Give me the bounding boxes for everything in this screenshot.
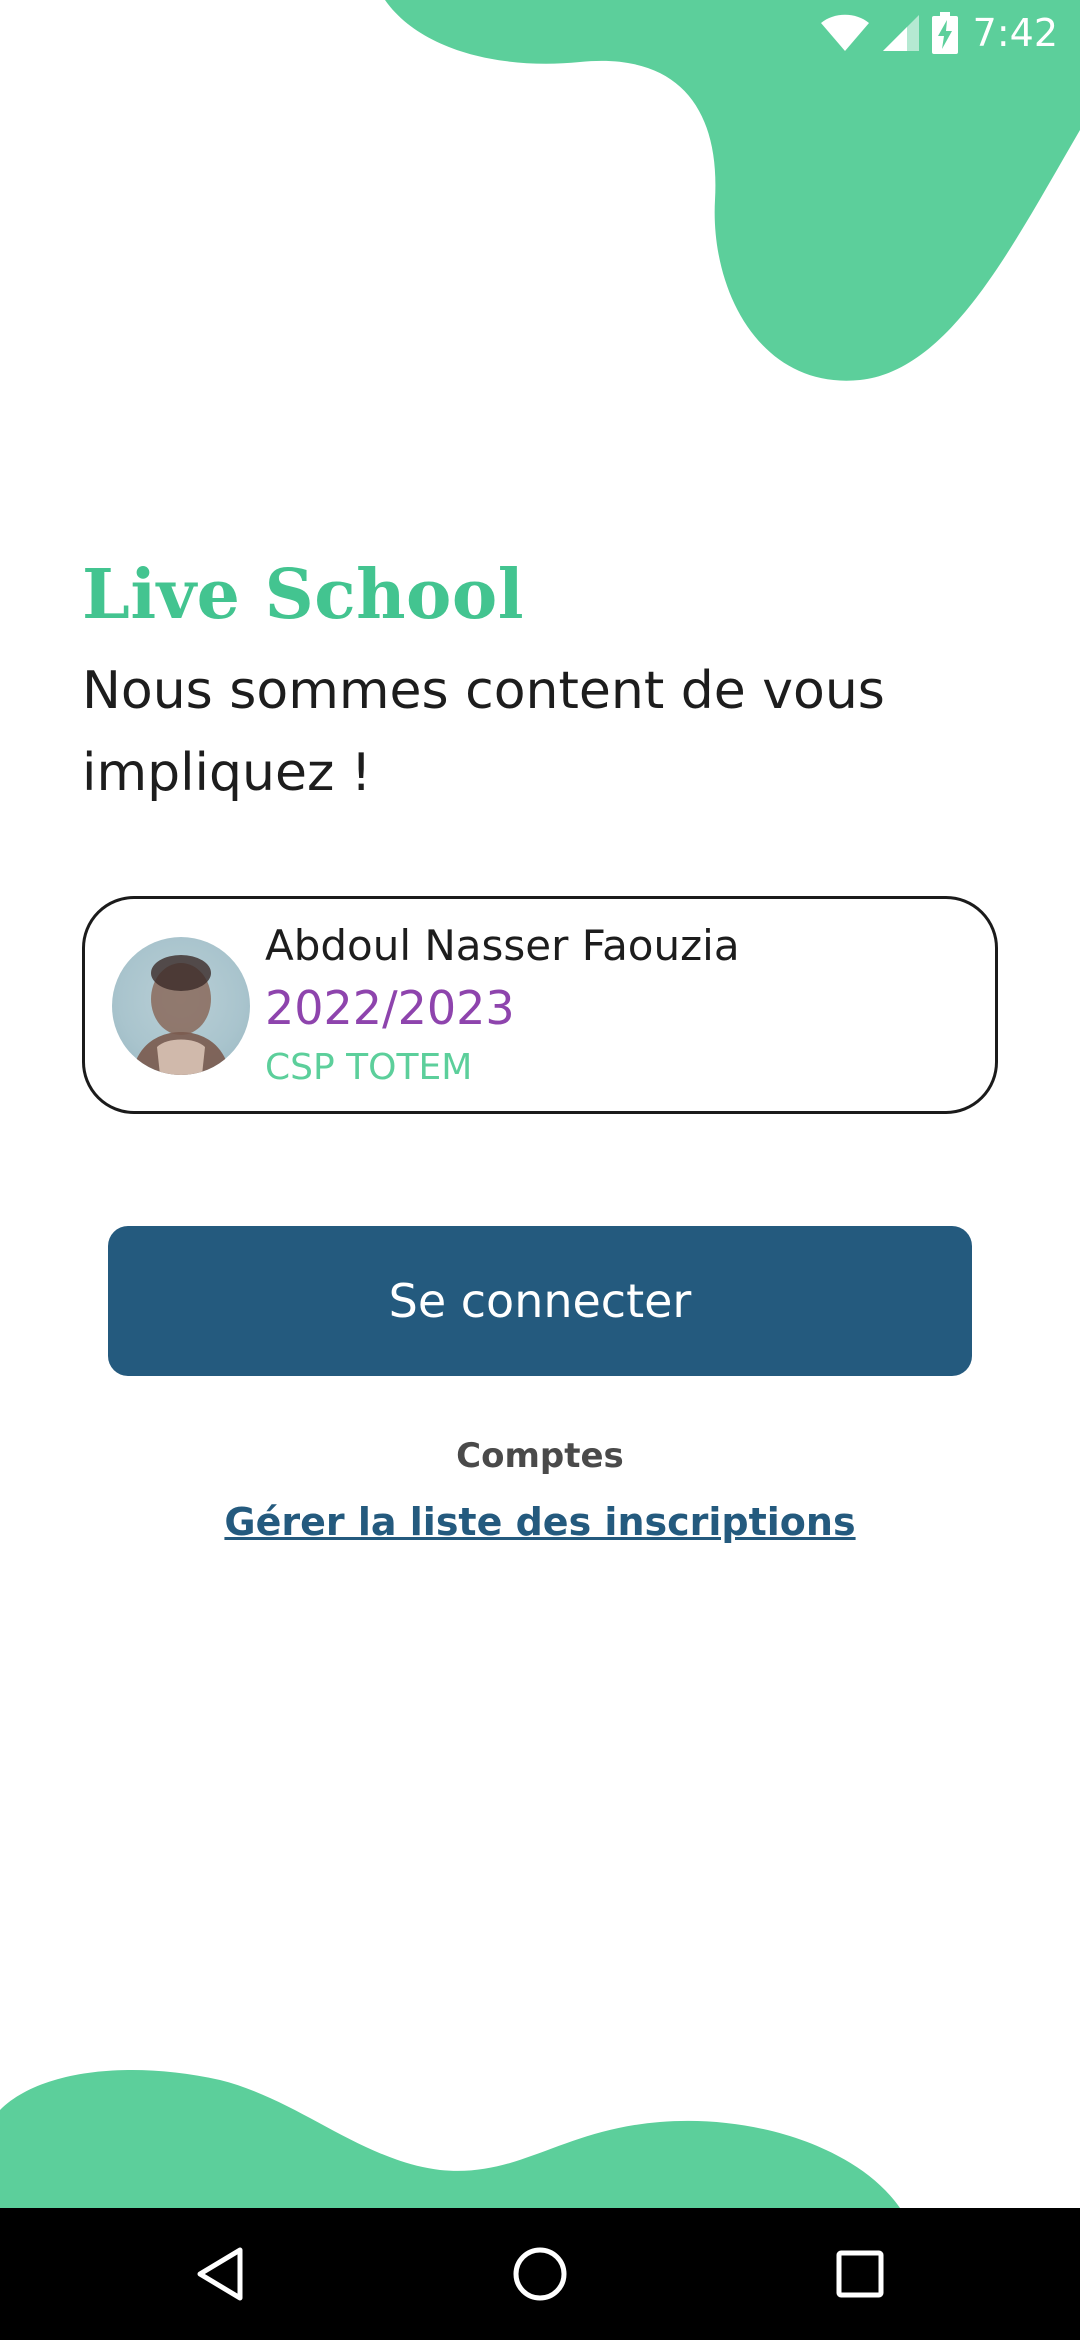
home-icon[interactable] [500,2234,580,2314]
account-name: Abdoul Nasser Faouzia [265,921,740,970]
login-button[interactable]: Se connecter [108,1226,972,1376]
app-title: Live School [82,555,525,635]
manage-registrations-link[interactable]: Gérer la liste des inscriptions [0,1500,1080,1544]
navigation-bar [0,2208,1080,2340]
recents-icon[interactable] [820,2234,900,2314]
avatar-person-icon [132,955,230,1075]
cell-signal-icon [881,13,921,53]
battery-charging-icon [931,12,959,54]
account-card[interactable]: Abdoul Nasser Faouzia 2022/2023 CSP TOTE… [82,896,998,1114]
avatar [112,937,250,1075]
welcome-message: Nous sommes content de vous impliquez ! [82,661,885,803]
status-bar: 7:42 [780,0,1080,66]
status-time: 7:42 [972,11,1058,55]
account-school: CSP TOTEM [265,1047,473,1088]
bottom-decorative-wave [0,2070,900,2208]
account-year: 2022/2023 [265,981,515,1035]
wifi-icon [819,13,871,53]
back-icon[interactable] [180,2234,260,2314]
accounts-label: Comptes [456,1436,624,1476]
